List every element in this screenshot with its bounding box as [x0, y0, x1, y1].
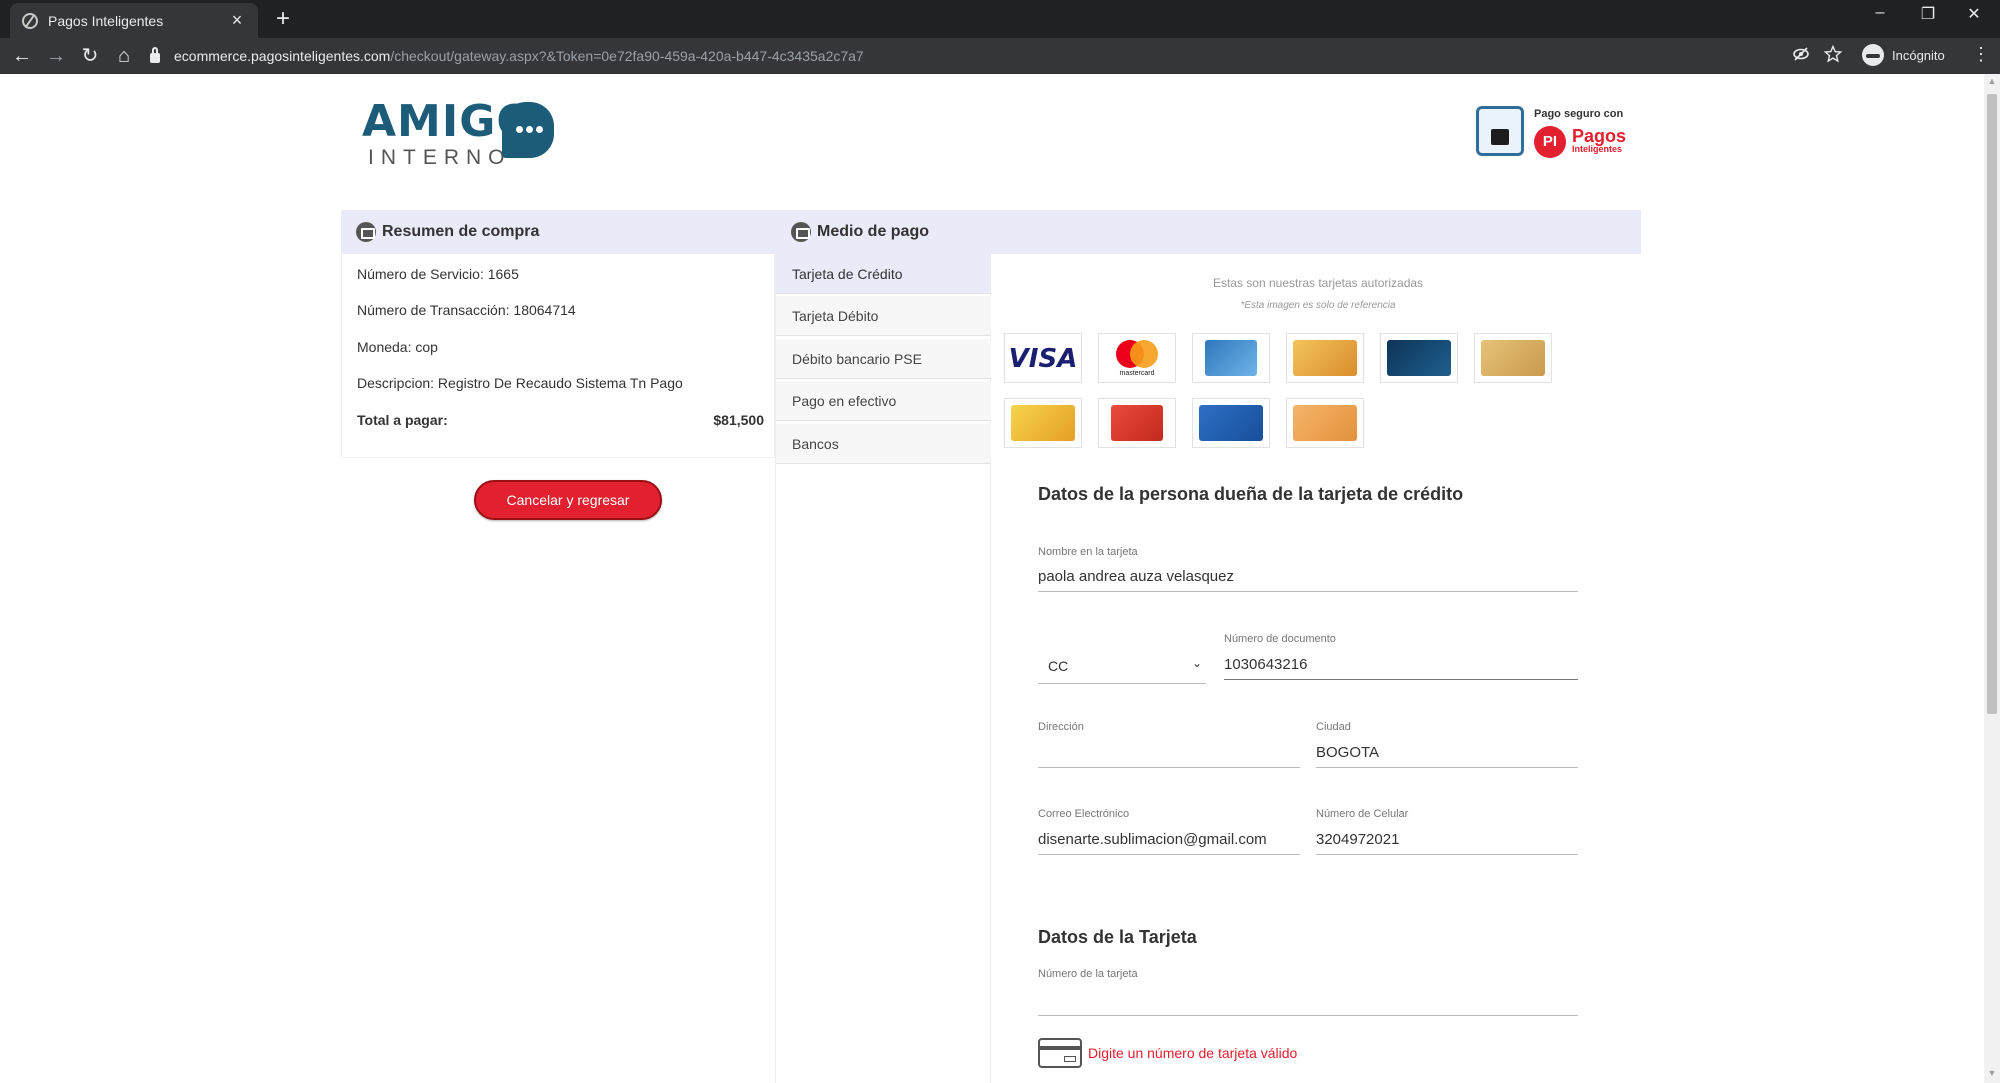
summary-title: Resumen de compra [382, 223, 540, 240]
secure-label: Pago seguro con [1534, 108, 1624, 120]
document-number-input[interactable] [1224, 650, 1578, 680]
method-banks[interactable]: Bancos [776, 424, 991, 464]
payment-header: Medio de pago [775, 210, 1641, 254]
authorized-cards-note: *Esta imagen es solo de referencia [1240, 300, 1396, 311]
total-value: $81,500 [713, 412, 764, 428]
pi-name-sub: Inteligentes [1572, 144, 1623, 154]
dark-blue-card-logo [1380, 333, 1458, 383]
lock-icon[interactable] [150, 47, 160, 63]
forward-icon[interactable]: → [44, 44, 68, 68]
amigo-interno-logo: AMIGO INTERNO [362, 96, 554, 176]
url-path: /checkout/gateway.aspx?&Token=0e72fa90-4… [390, 48, 864, 64]
speech-bubble-icon [502, 102, 554, 158]
card-name-input[interactable] [1038, 562, 1578, 592]
star-icon[interactable] [1823, 44, 1843, 68]
email-label: Correo Electrónico [1038, 808, 1130, 820]
payment-title: Medio de pago [817, 223, 929, 240]
card-number-error: Digite un número de tarjeta válido [1038, 1038, 1297, 1068]
window-close-button[interactable]: ✕ [1954, 4, 1994, 24]
card-section-title: Datos de la Tarjeta [1038, 927, 1197, 947]
document-type-value: CC [1048, 658, 1069, 674]
menu-kebab-icon[interactable]: ⋮ [1972, 44, 1990, 65]
description: Descripcion: Registro De Recaudo Sistema… [357, 375, 683, 391]
chevron-down-icon: ⌄ [1191, 656, 1202, 670]
purchase-summary: Número de Servicio: 1665 Número de Trans… [341, 254, 775, 458]
scroll-down-arrow-icon[interactable]: ▼ [1987, 1068, 1997, 1080]
orange-card-logo [1286, 398, 1364, 448]
gold-card-logo [1286, 333, 1364, 383]
back-icon[interactable]: ← [10, 44, 34, 68]
transaction-number: Número de Transacción: 18064714 [357, 302, 576, 318]
address-label: Dirección [1038, 721, 1084, 733]
visa-label: VISA [1008, 344, 1078, 374]
tab-close-icon[interactable]: × [228, 10, 246, 31]
url-host: ecommerce.pagosinteligentes.com [174, 48, 391, 64]
logo-sub-text: INTERNO [368, 146, 512, 169]
home-icon[interactable]: ⌂ [112, 44, 136, 68]
scrollbar-thumb[interactable] [1987, 94, 1997, 714]
incognito-label: Incógnito [1892, 47, 1945, 63]
new-tab-button[interactable]: + [270, 6, 296, 32]
owner-section-title: Datos de la persona dueña de la tarjeta … [1038, 484, 1464, 504]
cart-icon [356, 222, 376, 242]
red-card-logo [1098, 398, 1176, 448]
restore-button[interactable]: ❐ [1908, 4, 1948, 24]
amex-card-logo [1192, 333, 1270, 383]
payment-method-menu: Tarjeta de Crédito Tarjeta Débito Débito… [775, 254, 991, 1083]
credit-card-outline-icon [1038, 1038, 1082, 1068]
credit-card-icon [791, 222, 811, 242]
visa-card-logo: VISA [1004, 333, 1082, 383]
email-input[interactable] [1038, 825, 1300, 855]
blue-card-logo [1192, 398, 1270, 448]
globe-icon [22, 12, 38, 29]
checkout-page: AMIGO INTERNO Pago seguro con PI Pagos I… [0, 74, 1984, 1083]
city-label: Ciudad [1316, 721, 1351, 733]
gold-card-logo-2 [1474, 333, 1552, 383]
card-number-label: Número de la tarjeta [1038, 968, 1138, 980]
scroll-up-arrow-icon[interactable]: ▲ [1987, 76, 1997, 88]
method-pse[interactable]: Débito bancario PSE [776, 339, 991, 379]
phone-label: Número de Celular [1316, 808, 1409, 820]
address-bar[interactable]: ecommerce.pagosinteligentes.com /checkou… [150, 41, 1830, 71]
yellow-card-logo [1004, 398, 1082, 448]
method-cash[interactable]: Pago en efectivo [776, 381, 991, 421]
name-label: Nombre en la tarjeta [1038, 546, 1138, 558]
minimize-button[interactable]: – [1860, 4, 1900, 22]
mastercard-logo: mastercard [1098, 333, 1176, 383]
method-debit-card[interactable]: Tarjeta Débito [776, 296, 991, 336]
service-number: Número de Servicio: 1665 [357, 266, 519, 282]
incognito-icon [1862, 44, 1884, 66]
incognito-indicator[interactable]: Incógnito [1862, 44, 1945, 66]
browser-toolbar: ← → ↻ ⌂ ecommerce.pagosinteligentes.com … [0, 38, 2000, 74]
city-input[interactable] [1316, 738, 1578, 768]
document-number-label: Número de documento [1224, 633, 1336, 645]
method-credit-card[interactable]: Tarjeta de Crédito [776, 254, 991, 294]
page-scrollbar[interactable]: ▲ ▼ [1984, 74, 2000, 1083]
tab-title: Pagos Inteligentes [48, 12, 164, 29]
address-input[interactable] [1038, 738, 1300, 768]
phone-input[interactable] [1316, 825, 1578, 855]
eye-off-icon[interactable] [1792, 45, 1810, 68]
authorized-cards-title: Estas son nuestras tarjetas autorizadas [1212, 276, 1424, 290]
browser-tab-strip: Pagos Inteligentes × + – ❐ ✕ [0, 0, 2000, 38]
browser-tab[interactable]: Pagos Inteligentes × [10, 3, 258, 38]
pi-logo-text: Pagos Inteligentes [1572, 126, 1627, 154]
currency: Moneda: cop [357, 339, 438, 355]
secure-payment-badge: Pago seguro con PI Pagos Inteligentes [1476, 106, 1636, 162]
summary-header: Resumen de compra [341, 210, 775, 254]
pi-logo-mark: PI [1534, 126, 1566, 158]
card-number-error-text: Digite un número de tarjeta válido [1088, 1045, 1298, 1061]
cancel-and-return-button[interactable]: Cancelar y regresar [474, 480, 662, 520]
document-type-select[interactable]: CC ⌄ [1038, 650, 1206, 684]
pi-name: Pagos [1572, 126, 1627, 146]
mastercard-label: mastercard [1119, 370, 1155, 377]
reload-icon[interactable]: ↻ [78, 44, 102, 68]
secure-lock-icon [1476, 106, 1524, 156]
card-number-input[interactable] [1038, 986, 1578, 1016]
total-label: Total a pagar: [357, 412, 448, 428]
